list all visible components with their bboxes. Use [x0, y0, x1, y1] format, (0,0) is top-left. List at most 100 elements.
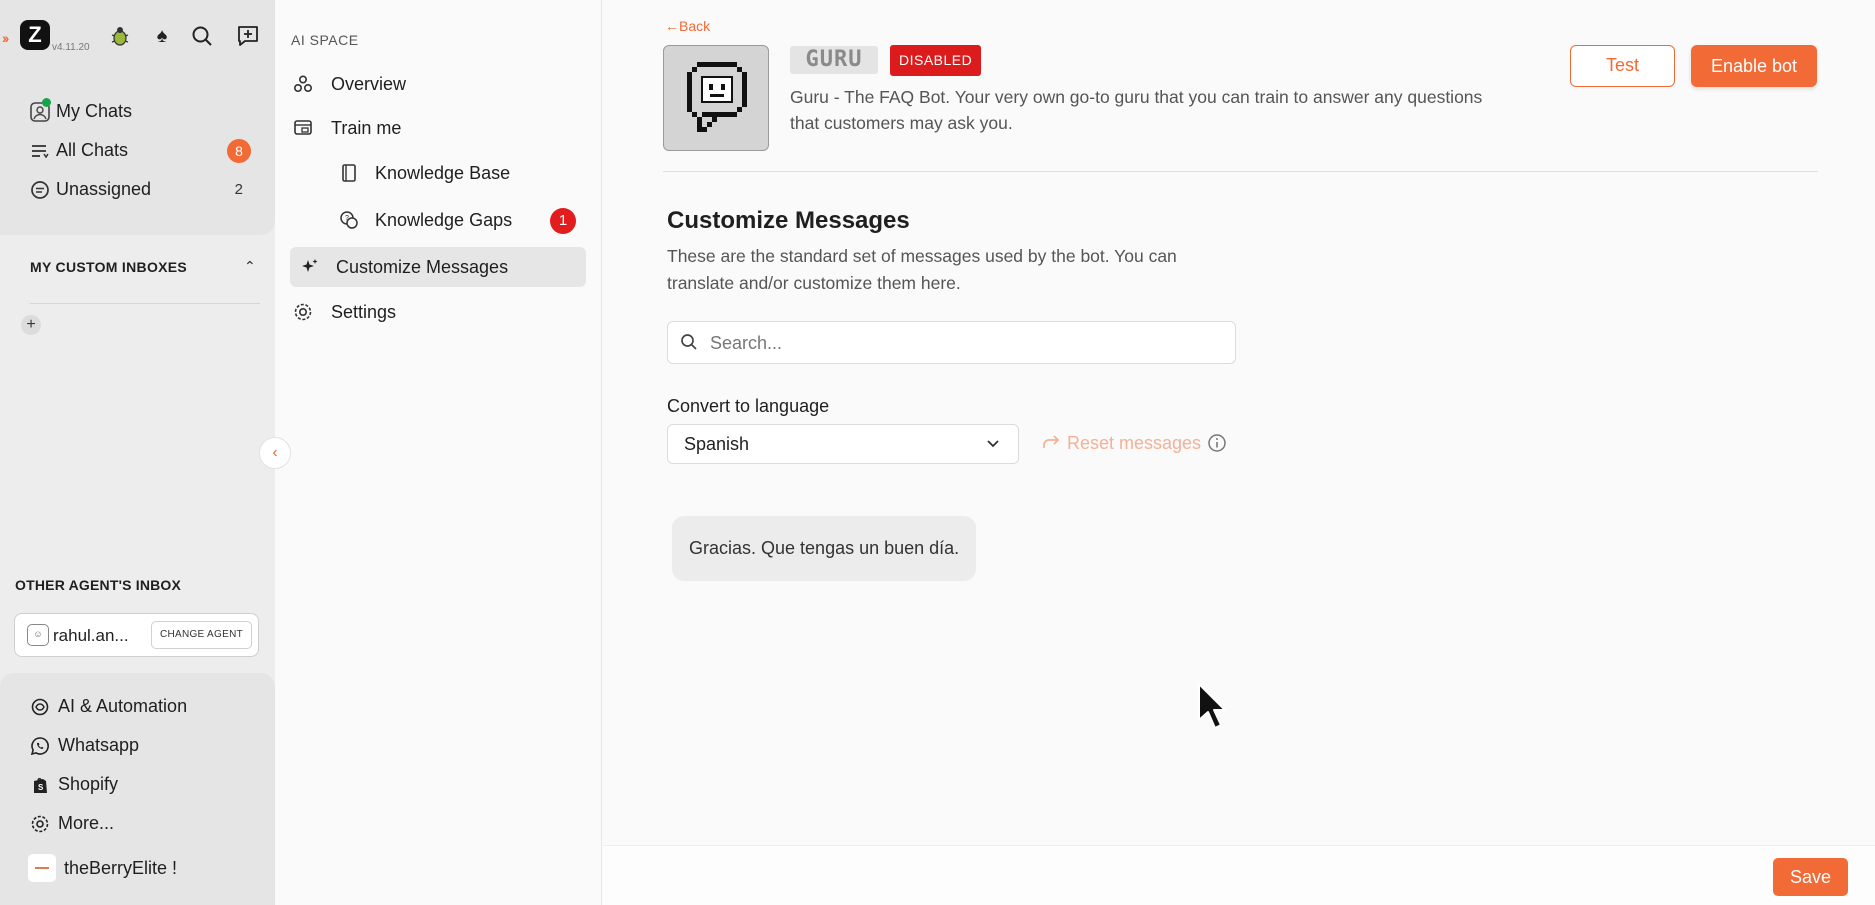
back-label: Back [679, 18, 711, 34]
integrations-nav: AI & Automation Whatsapp S Shopify More.… [28, 687, 268, 843]
book-icon [337, 161, 361, 185]
language-select[interactable]: Spanish [667, 424, 1019, 464]
sidebar-divider [30, 303, 260, 304]
settings-icon [291, 300, 315, 324]
sidebar-item-ai-automation[interactable]: AI & Automation [28, 687, 268, 726]
whatsapp-icon [28, 734, 52, 758]
main-content: ←Back GURU DISABLED Guru - The FAQ Bot. … [603, 0, 1875, 845]
bot-avatar [663, 45, 769, 151]
ai-nav-label: Customize Messages [336, 256, 509, 277]
ai-nav-customize-messages[interactable]: Customize Messages [290, 247, 586, 287]
all-chats-count-badge: 8 [227, 139, 251, 163]
ai-nav-knowledge-base[interactable]: Knowledge Base [337, 153, 510, 193]
page-description: These are the standard set of messages u… [667, 246, 1177, 293]
sidebar-item-shopify[interactable]: S Shopify [28, 765, 268, 804]
sidebar-item-whatsapp[interactable]: Whatsapp [28, 726, 268, 765]
ai-nav-settings[interactable]: Settings [291, 292, 396, 332]
ai-nav-label: Knowledge Gaps [375, 209, 513, 230]
svg-text:S: S [38, 783, 44, 792]
sidebar-item-more[interactable]: More... [28, 804, 268, 843]
new-chat-icon[interactable] [234, 22, 262, 50]
search-icon [680, 333, 700, 353]
ai-space-panel: AI SPACE Overview Train me Knowledge Bas… [275, 0, 602, 905]
agent-avatar: ☺ [27, 624, 49, 646]
agent-name: rahul.an... [53, 626, 129, 645]
change-agent-button[interactable]: CHANGE AGENT [150, 621, 252, 649]
chevron-down-icon [984, 434, 1002, 452]
search-icon[interactable] [188, 22, 216, 50]
redo-icon [1041, 433, 1061, 453]
expand-arrows-icon[interactable]: ›› [2, 30, 9, 46]
sidebar-top-panel: ›› Z v4.11.20 ♠ My Chats All Chats 8 Una… [0, 0, 275, 235]
back-link[interactable]: ←Back [665, 18, 710, 34]
save-button[interactable]: Save [1773, 858, 1848, 896]
chat-bubble-icon [28, 178, 52, 202]
app-header: ›› Z v4.11.20 ♠ [0, 18, 275, 58]
left-sidebar: ›› Z v4.11.20 ♠ My Chats All Chats 8 Una… [0, 0, 275, 905]
ai-nav-label: Overview [331, 73, 407, 94]
mouse-cursor-icon [1198, 683, 1226, 729]
add-inbox-button[interactable]: + [21, 315, 41, 335]
language-value: Spanish [684, 434, 750, 454]
bot-description: Guru - The FAQ Bot. Your very own go-to … [790, 87, 1483, 133]
sidebar-item-my-chats[interactable]: My Chats [0, 92, 275, 131]
status-badge: DISABLED [890, 45, 982, 76]
search-field[interactable] [667, 321, 1236, 364]
other-agents-title: OTHER AGENT'S INBOX [15, 577, 182, 593]
ai-nav-label: Settings [331, 301, 397, 322]
ai-icon [28, 695, 52, 719]
info-icon[interactable] [1207, 433, 1227, 453]
gaps-icon: ? [337, 208, 361, 232]
sidebar-item-label: Shopify [58, 774, 119, 794]
sidebar-item-label: More... [58, 813, 115, 833]
bot-name: GURU [790, 46, 878, 74]
collapse-sidebar-button[interactable]: ‹ [259, 437, 291, 469]
chat-nav: My Chats All Chats 8 Unassigned 2 [0, 92, 275, 209]
message-card[interactable]: Gracias. Que tengas un buen día. [672, 516, 977, 581]
page-title: Customize Messages [667, 207, 910, 234]
overview-icon [291, 72, 315, 96]
app-version: v4.11.20 [52, 42, 90, 53]
reset-messages-button[interactable]: Reset messages [1041, 430, 1227, 456]
ai-nav-train-me[interactable]: Train me [291, 108, 401, 148]
sidebar-item-label: Whatsapp [58, 735, 140, 755]
header-divider [663, 171, 1818, 172]
gear-icon [28, 812, 52, 836]
sidebar-item-label: All Chats [56, 140, 129, 160]
svg-text:?: ? [345, 215, 349, 222]
spade-icon[interactable]: ♠ [148, 22, 176, 50]
store-avatar [28, 854, 56, 882]
footer-bar: Save [603, 845, 1875, 905]
train-icon [291, 116, 315, 140]
sparkle-icon [298, 255, 322, 279]
sidebar-bottom-panel: AI & Automation Whatsapp S Shopify More.… [0, 673, 275, 905]
online-status-dot [42, 98, 51, 107]
custom-inboxes-title: MY CUSTOM INBOXES [30, 259, 188, 275]
ai-space-title: AI SPACE [291, 32, 359, 48]
chevron-up-icon[interactable]: ⌃ [244, 258, 256, 275]
sidebar-item-all-chats[interactable]: All Chats 8 [0, 131, 275, 170]
sidebar-item-label: Unassigned [56, 179, 152, 199]
reset-label: Reset messages [1067, 432, 1202, 453]
ai-nav-knowledge-gaps[interactable]: ? Knowledge Gaps [337, 200, 512, 240]
enable-bot-button[interactable]: Enable bot [1691, 45, 1817, 87]
bug-icon[interactable] [106, 22, 134, 50]
sidebar-item-label: AI & Automation [58, 696, 188, 716]
test-button[interactable]: Test [1570, 45, 1675, 87]
shopify-icon: S [28, 773, 52, 797]
store-switcher[interactable]: theBerryElite ! [28, 853, 177, 883]
sidebar-item-unassigned[interactable]: Unassigned 2 [0, 170, 275, 209]
ai-nav-label: Knowledge Base [375, 162, 511, 183]
list-icon [28, 139, 52, 163]
language-label: Convert to language [667, 396, 830, 416]
search-input[interactable] [710, 330, 1220, 356]
sidebar-item-label: My Chats [56, 101, 133, 121]
app-logo[interactable]: Z [20, 20, 50, 50]
guru-pixel-icon [687, 62, 747, 132]
ai-nav-overview[interactable]: Overview [291, 64, 406, 104]
store-name: theBerryElite ! [64, 857, 178, 878]
unassigned-count: 2 [234, 181, 243, 198]
agent-selector[interactable]: ☺ rahul.an... CHANGE AGENT [14, 613, 259, 657]
knowledge-gaps-badge: 1 [550, 208, 576, 234]
ai-nav-label: Train me [331, 117, 402, 138]
